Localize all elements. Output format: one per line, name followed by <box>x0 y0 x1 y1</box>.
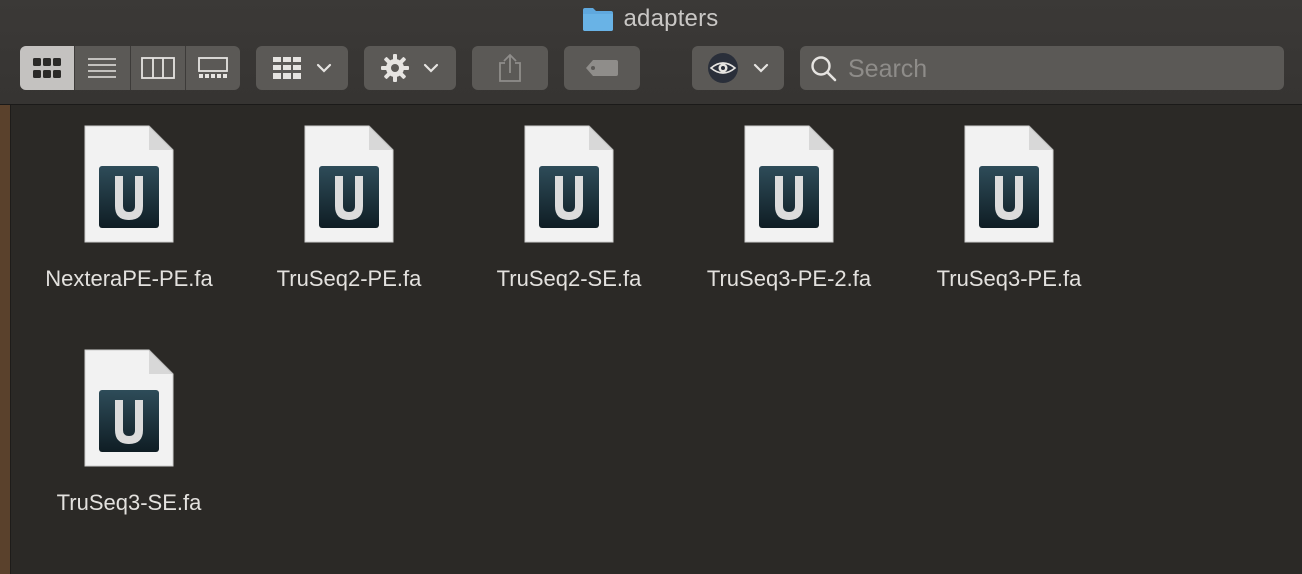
file-item[interactable]: TruSeq3-SE.fa <box>19 348 239 516</box>
ugene-document-icon <box>963 124 1055 244</box>
window-title: adapters <box>0 4 1302 34</box>
file-name: TruSeq2-SE.fa <box>496 266 642 291</box>
columns-icon <box>140 57 175 79</box>
group-by-button[interactable] <box>256 46 348 90</box>
search-field[interactable] <box>800 46 1284 92</box>
view-mode-selector[interactable] <box>20 46 240 90</box>
chevron-down-icon <box>316 63 332 73</box>
file-item[interactable]: TruSeq2-SE.fa <box>459 124 679 292</box>
chevron-down-icon <box>753 63 769 73</box>
quick-look-button[interactable] <box>692 46 784 90</box>
ugene-document-icon <box>523 124 615 244</box>
file-item[interactable]: TruSeq3-PE-2.fa <box>679 124 899 292</box>
eye-icon <box>708 53 738 83</box>
chevron-down-icon <box>423 63 439 73</box>
ugene-document-icon <box>303 124 395 244</box>
ugene-document-icon <box>83 124 175 244</box>
share-button[interactable] <box>472 46 548 90</box>
search-input[interactable] <box>846 46 1270 92</box>
file-item[interactable]: NexteraPE-PE.fa <box>19 124 239 292</box>
toolbar: adapters <box>0 0 1302 105</box>
window-title-text: adapters <box>623 5 719 32</box>
file-item[interactable]: TruSeq3-PE.fa <box>899 124 1119 292</box>
tag-icon <box>586 60 618 76</box>
file-name: TruSeq2-PE.fa <box>276 266 422 291</box>
ugene-document-icon <box>743 124 835 244</box>
action-button[interactable] <box>364 46 456 90</box>
list-view-button[interactable] <box>75 46 131 90</box>
group-icon <box>273 57 301 79</box>
list-icon <box>88 58 117 78</box>
search-icon <box>811 56 837 82</box>
gallery-view-button[interactable] <box>186 46 240 90</box>
file-name: TruSeq3-SE.fa <box>56 490 202 515</box>
file-name: TruSeq3-PE.fa <box>936 266 1082 291</box>
tag-button[interactable] <box>564 46 640 90</box>
file-name: NexteraPE-PE.fa <box>45 266 213 291</box>
column-view-button[interactable] <box>131 46 186 90</box>
icon-view-button[interactable] <box>20 46 76 90</box>
file-name: TruSeq3-PE-2.fa <box>706 266 872 291</box>
file-item[interactable]: TruSeq2-PE.fa <box>239 124 459 292</box>
ugene-document-icon <box>83 348 175 468</box>
folder-icon <box>582 8 613 31</box>
gear-icon <box>381 54 409 82</box>
sidebar-edge <box>0 105 11 574</box>
share-icon <box>499 53 521 82</box>
gallery-icon <box>197 57 228 78</box>
grid-icon <box>33 58 62 78</box>
